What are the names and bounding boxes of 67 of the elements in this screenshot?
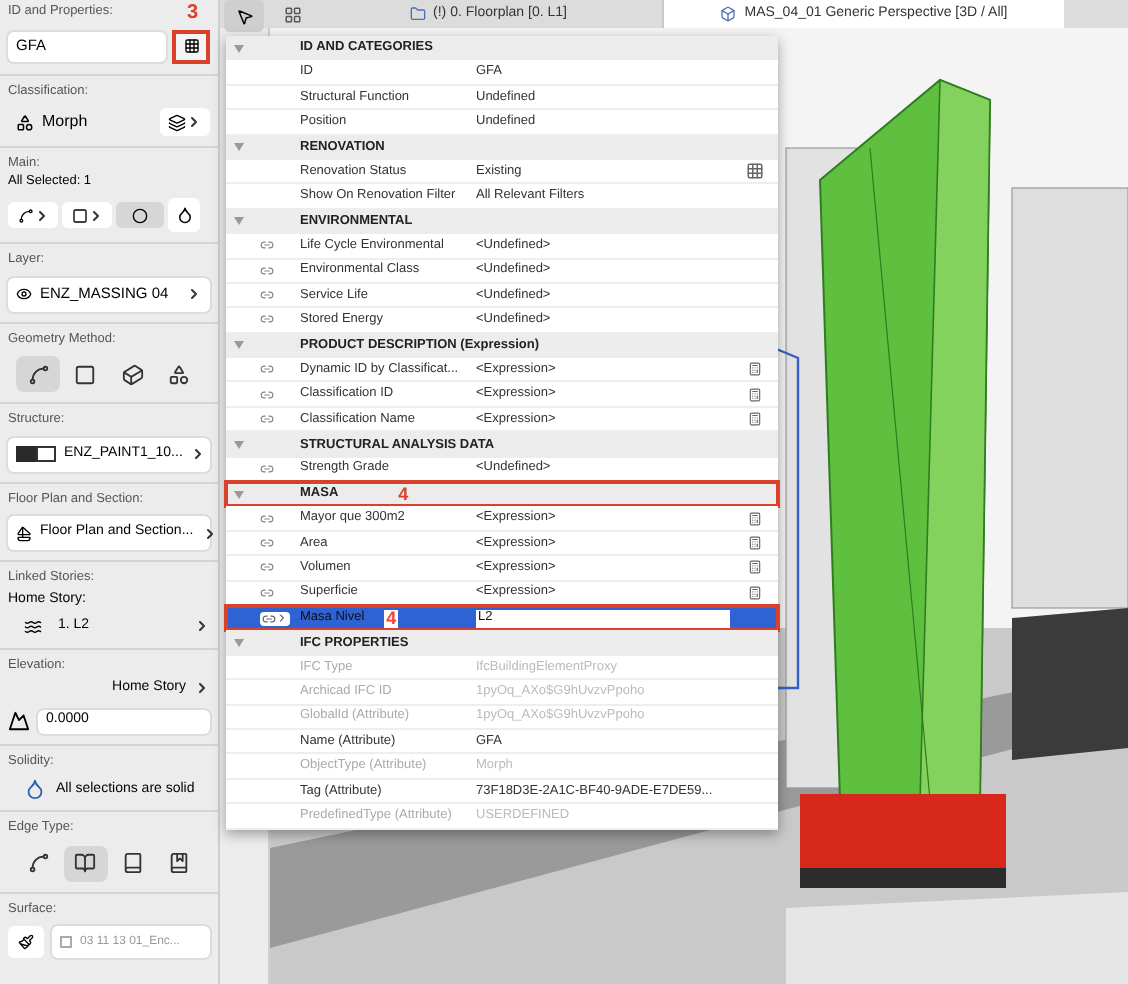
calculator-icon [747, 511, 761, 526]
link-icon [262, 611, 276, 626]
fill-swatch-icon [16, 446, 56, 462]
step-number: 4 [398, 485, 409, 504]
paintbrush-icon [18, 934, 34, 950]
classification-button[interactable] [160, 108, 210, 136]
calculator-icon [747, 412, 761, 427]
calculator-icon [747, 560, 761, 575]
chevron-icon [194, 618, 210, 634]
calculator-icon [747, 585, 761, 600]
chevron-icon [194, 680, 210, 697]
shape-button[interactable] [168, 198, 200, 232]
step-number: 4 [384, 609, 399, 628]
renovation-icon [745, 162, 763, 181]
folder-icon [409, 6, 426, 22]
grid-icon [283, 5, 301, 23]
cube-icon [121, 363, 144, 385]
chevron-icon [87, 207, 103, 223]
collapse-triangle-icon [234, 43, 244, 54]
classification-value: Morph [42, 110, 88, 134]
chevron-icon [186, 286, 202, 302]
collapse-triangle-icon [234, 142, 244, 153]
surface-button[interactable] [8, 926, 44, 958]
book-icon [121, 852, 144, 874]
elevation-icon [8, 710, 30, 732]
rotate-button[interactable] [116, 202, 164, 228]
option-button[interactable] [63, 845, 108, 881]
cube-icon [720, 6, 737, 22]
grid-icon [183, 38, 199, 54]
calculator-icon [747, 387, 761, 402]
step-number: 3 [186, 3, 198, 23]
sailboat-icon [16, 525, 32, 541]
calculator-icon [747, 362, 761, 377]
checkbox-icon [60, 936, 72, 948]
circle-icon [132, 207, 148, 223]
curve-icon [27, 363, 49, 385]
waves-icon [24, 617, 42, 635]
pointer-icon [235, 7, 253, 25]
collapse-triangle-icon [234, 216, 244, 227]
drop-icon [175, 206, 193, 224]
chevron-icon [190, 446, 207, 462]
collapse-triangle-icon [234, 340, 244, 351]
properties-button[interactable] [172, 29, 210, 63]
shapes-icon [16, 113, 34, 131]
curve-icon [27, 852, 49, 874]
reference-line-button[interactable] [8, 202, 58, 228]
chevron-icon [201, 525, 218, 541]
chevron-icon [33, 207, 49, 223]
square-icon [71, 207, 87, 223]
arrow-tool[interactable] [224, 0, 264, 32]
collapse-triangle-icon [234, 439, 244, 450]
collapse-triangle-icon [234, 489, 244, 500]
open-book-icon [74, 852, 97, 874]
eye-icon [16, 286, 32, 302]
anchor-button[interactable] [62, 202, 112, 228]
curve-icon [17, 207, 33, 223]
calculator-icon [747, 536, 761, 550]
chevron-icon [186, 114, 202, 130]
solidity-icon [24, 778, 46, 800]
shapes-icon [168, 363, 191, 385]
chevron-icon [276, 612, 288, 625]
layers-icon [168, 113, 186, 131]
square-icon [74, 363, 97, 385]
collapse-triangle-icon [234, 638, 244, 649]
option-button[interactable] [16, 356, 60, 392]
link-menu-button[interactable] [260, 611, 290, 626]
bookmarked-book-icon [168, 852, 191, 874]
